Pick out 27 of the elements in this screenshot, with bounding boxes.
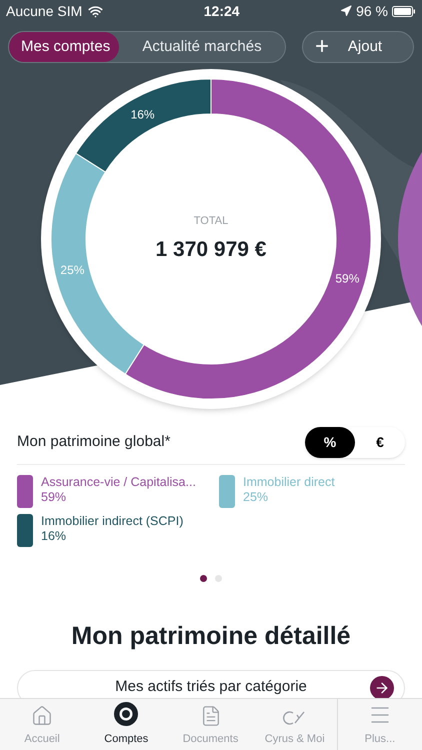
unit-option[interactable]: € [355,427,405,458]
logo-icon [282,708,307,726]
legend-label: Immobilier direct [243,475,335,490]
unit-option[interactable]: % [305,427,355,458]
battery-icon [392,6,416,16]
legend-label: Assurance-vie / Capitalisa... [41,475,196,490]
legend-value: 59% [41,490,68,505]
carrier-text: Aucune SIM [6,2,82,20]
total-value: 1 370 979 € [156,236,266,262]
top-tab[interactable]: Mes comptes [9,32,119,62]
legend-value: 25% [243,490,270,505]
clock-text: 12:24 [204,2,240,20]
slice-label: 16% [130,108,155,122]
ring-icon [113,700,140,726]
slice-label: 25% [60,262,84,277]
section-title: Mon patrimoine global* [17,432,170,452]
battery-text: 96 % [356,2,388,20]
home-icon [31,704,54,726]
add-button[interactable]: + Ajout [302,31,414,63]
slice-label: 59% [335,272,360,286]
legend-value: 16% [41,529,68,544]
detail-title: Mon patrimoine détaillé [70,621,352,652]
location-icon [340,5,352,17]
top-tab[interactable]: Actualité marchés [119,32,285,62]
wifi-icon [88,4,104,18]
total-label: TOTAL [194,214,228,229]
legend-label: Immobilier indirect (SCPI) [41,514,184,529]
